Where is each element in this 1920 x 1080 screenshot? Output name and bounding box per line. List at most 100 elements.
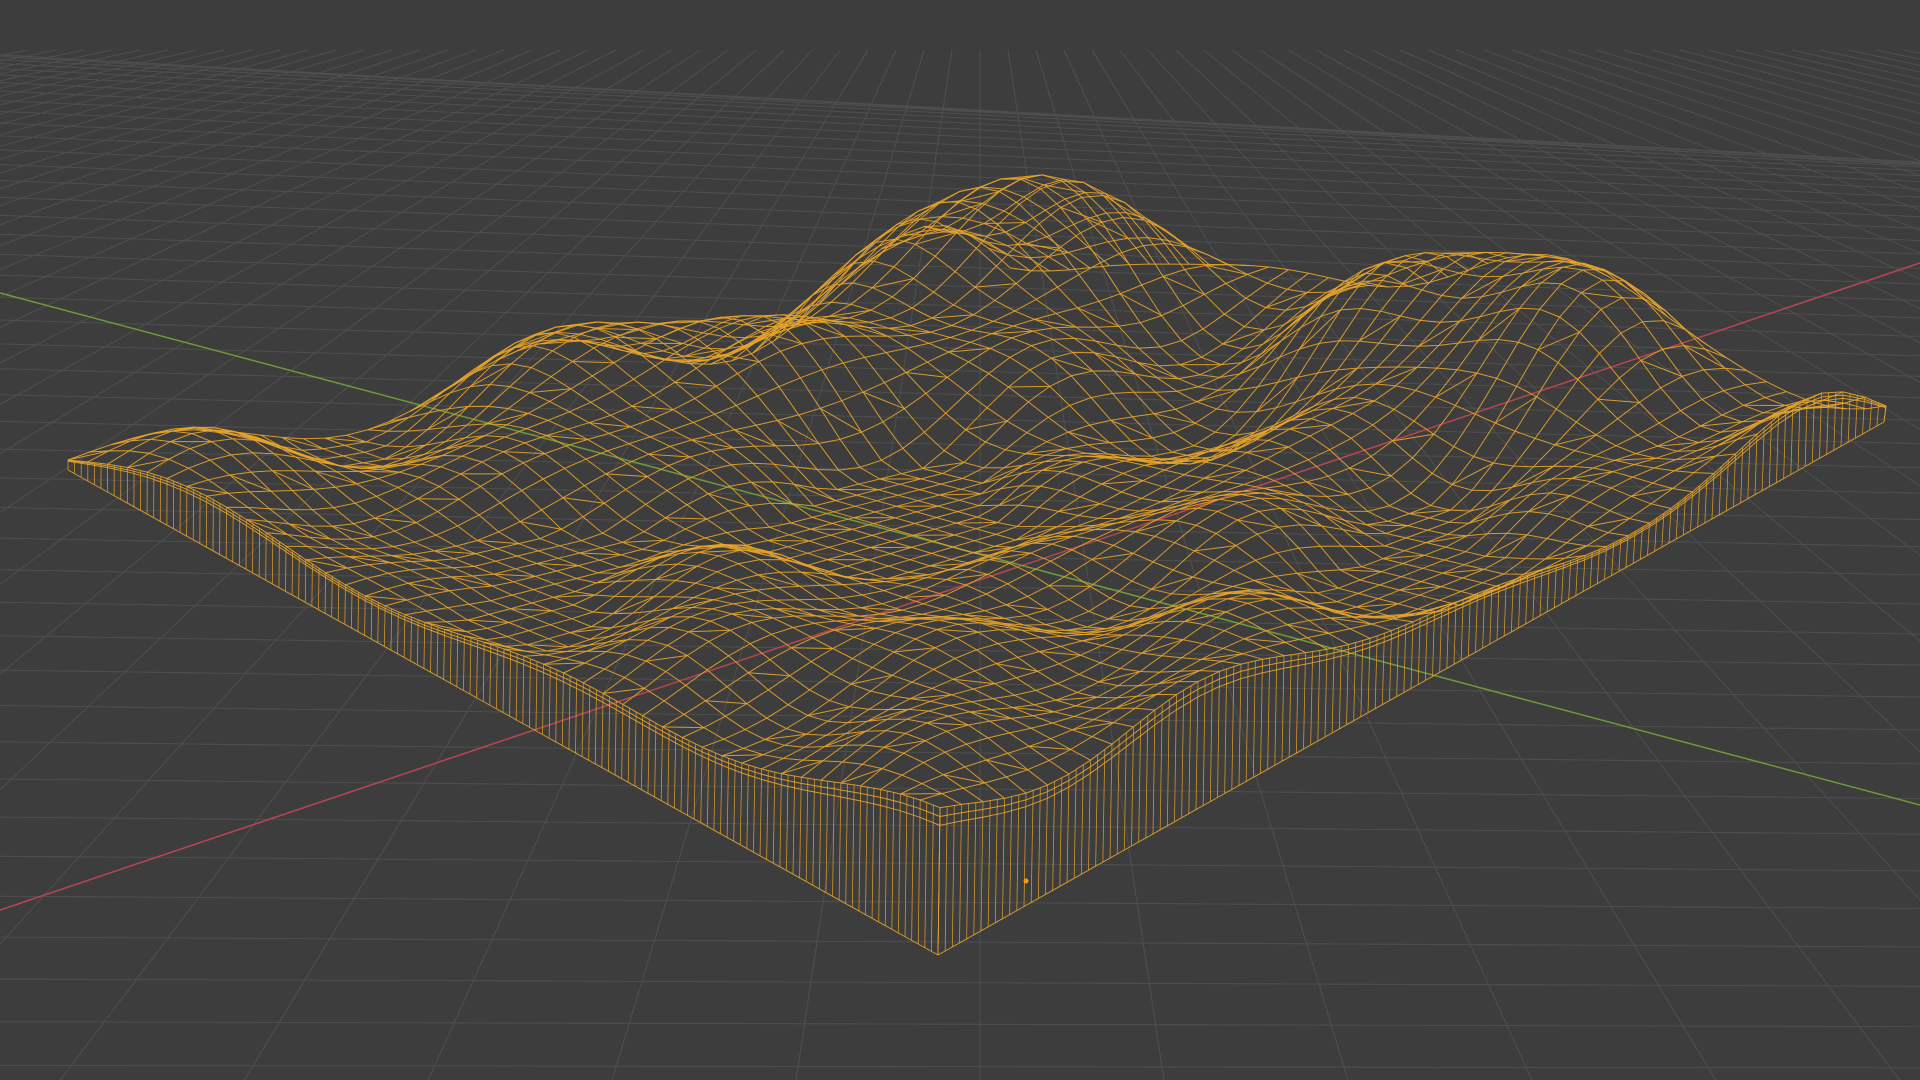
wall-rib	[753, 767, 756, 853]
grid-line	[0, 420, 1920, 469]
wall-rib	[318, 568, 320, 610]
grid-line	[0, 49, 141, 82]
grid-line	[0, 49, 85, 68]
wall-rib	[502, 648, 505, 713]
object-origin-dot[interactable]	[1023, 878, 1029, 884]
terrain-edge-col	[939, 391, 1887, 809]
wall-rib	[1274, 656, 1278, 766]
wall-rib	[647, 719, 650, 794]
wall-rib	[1059, 777, 1063, 887]
wall-rib	[739, 763, 743, 845]
wall-rib	[1797, 401, 1801, 471]
wall-rib	[759, 768, 763, 856]
wall-rib	[1503, 582, 1507, 637]
wall-rib	[1840, 391, 1844, 447]
wall-rib	[1202, 678, 1206, 806]
wall-rib	[351, 588, 353, 628]
wall-rib	[924, 802, 928, 948]
terrain-edge-diag	[1313, 604, 1356, 618]
viewport-canvas[interactable]	[0, 0, 1920, 1080]
wall-rib	[403, 614, 406, 658]
wall-rib	[1826, 392, 1830, 455]
terrain-edge-diag	[569, 627, 612, 634]
wall-rib	[1811, 395, 1815, 463]
wall-rib	[726, 758, 730, 838]
terrain-edge-diag	[1280, 507, 1322, 527]
wall-rib	[1539, 570, 1543, 616]
grid-line	[0, 368, 1920, 421]
wall-rib	[298, 555, 300, 599]
wall-rib	[931, 805, 934, 952]
wall-rib	[331, 576, 333, 617]
3d-viewport[interactable]	[0, 0, 1920, 1080]
terrain-edge-diag	[1025, 448, 1067, 455]
wall-rib	[430, 624, 432, 673]
terrain-edge-diag	[1237, 519, 1279, 528]
terrain-edge-diag	[1366, 524, 1408, 527]
terrain-edge-row	[196, 429, 1070, 775]
grid-line	[0, 816, 1920, 835]
wall-rib	[1245, 662, 1249, 782]
wall-rib	[1145, 715, 1149, 838]
wall-rib	[1166, 699, 1170, 826]
wall-rib	[1482, 590, 1486, 649]
wall-rib	[1109, 744, 1113, 859]
wall-rib	[746, 765, 749, 849]
grid-line	[0, 49, 169, 89]
terrain-edge-diag	[331, 525, 374, 538]
terrain-edge-diag	[1418, 320, 1461, 347]
terrain-edge-diag	[605, 473, 648, 478]
terrain-edge-diag	[1296, 572, 1339, 589]
terrain-edge-diag	[721, 754, 764, 757]
terrain-edge-diag	[1401, 268, 1444, 285]
wall-rib	[1174, 694, 1177, 822]
wall-rib	[1862, 397, 1865, 435]
terrain-edge-diag	[840, 768, 883, 784]
wall-rib	[1518, 577, 1521, 628]
wall-rib	[917, 800, 921, 944]
wall-rib	[1303, 652, 1306, 750]
wall-rib	[476, 640, 478, 698]
wall-rib	[858, 785, 862, 911]
terrain-wireframe-mesh[interactable]	[67, 174, 1887, 956]
wall-rib	[845, 783, 848, 904]
wall-rib	[1403, 624, 1407, 693]
wall-rib	[1281, 655, 1285, 762]
grid-line	[0, 49, 57, 62]
terrain-edge-diag	[939, 493, 981, 496]
wall-rib	[1116, 738, 1120, 855]
terrain-edge-diag	[572, 361, 614, 364]
wall-rib	[786, 774, 789, 871]
grid-line	[0, 49, 645, 406]
wall-rib	[1869, 399, 1873, 431]
wall-rib	[489, 644, 492, 706]
wall-rib	[608, 697, 611, 772]
grid-line	[0, 394, 1920, 445]
wall-rib	[973, 802, 977, 935]
terrain-edge-diag	[1451, 462, 1494, 486]
wall-rib	[383, 605, 386, 647]
grid-line	[1035, 49, 1349, 1080]
terrain-edge-col	[166, 186, 1110, 479]
terrain-edge-diag	[1008, 385, 1050, 388]
terrain-edge-diag	[984, 222, 1026, 224]
terrain-edge-diag	[817, 609, 860, 617]
terrain-edge-diag	[648, 453, 691, 458]
grid-line	[1203, 49, 1920, 642]
wall-rib	[1267, 657, 1271, 770]
wall-rib	[673, 733, 677, 809]
grid-line	[0, 49, 561, 298]
grid-line	[0, 978, 1920, 987]
wall-rib	[1088, 760, 1091, 871]
terrain-edge-diag	[1468, 499, 1511, 524]
terrain-edge-diag	[1086, 218, 1129, 239]
wall-rib	[1417, 618, 1421, 685]
wall-rib	[1295, 653, 1299, 754]
terrain-edge-diag	[1272, 405, 1315, 431]
wall-rib	[1138, 721, 1142, 842]
grid-line	[243, 49, 869, 1080]
terrain-edge-diag	[367, 416, 410, 431]
grid-line	[1427, 49, 1920, 254]
wall-rib	[1209, 674, 1213, 802]
wall-rib	[463, 635, 465, 691]
